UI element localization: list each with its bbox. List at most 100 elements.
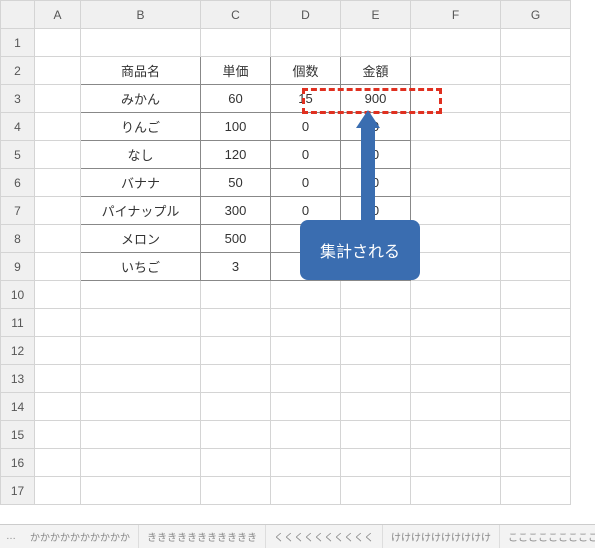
cell[interactable] — [35, 29, 81, 57]
cell[interactable] — [201, 29, 271, 57]
cell[interactable] — [201, 449, 271, 477]
cell[interactable]: みかん — [81, 85, 201, 113]
cell[interactable]: 500 — [201, 225, 271, 253]
cell[interactable] — [35, 141, 81, 169]
cell[interactable] — [35, 85, 81, 113]
cell[interactable]: いちご — [81, 253, 201, 281]
cell[interactable] — [81, 393, 201, 421]
col-header[interactable]: C — [201, 1, 271, 29]
cell[interactable] — [81, 309, 201, 337]
cell[interactable] — [271, 477, 341, 505]
col-header[interactable]: D — [271, 1, 341, 29]
sheet-tab[interactable]: けけけけけけけけけけ — [383, 525, 500, 548]
row[interactable]: 14 — [1, 393, 571, 421]
cell[interactable] — [501, 141, 571, 169]
cell[interactable] — [501, 393, 571, 421]
row-header[interactable]: 16 — [1, 449, 35, 477]
row[interactable]: 10 — [1, 281, 571, 309]
row[interactable]: 7パイナップル30000 — [1, 197, 571, 225]
row-header[interactable]: 6 — [1, 169, 35, 197]
row-header[interactable]: 1 — [1, 29, 35, 57]
cell[interactable] — [35, 365, 81, 393]
row[interactable]: 2商品名単価個数金額 — [1, 57, 571, 85]
row-header[interactable]: 14 — [1, 393, 35, 421]
cell[interactable]: 単価 — [201, 57, 271, 85]
cell[interactable] — [411, 393, 501, 421]
row-header[interactable]: 3 — [1, 85, 35, 113]
col-header[interactable]: A — [35, 1, 81, 29]
row-header[interactable]: 5 — [1, 141, 35, 169]
row[interactable]: 12 — [1, 337, 571, 365]
cell[interactable] — [35, 421, 81, 449]
cell[interactable] — [411, 365, 501, 393]
row-header[interactable]: 2 — [1, 57, 35, 85]
cell[interactable]: 300 — [201, 197, 271, 225]
cell[interactable] — [501, 253, 571, 281]
row-header[interactable]: 15 — [1, 421, 35, 449]
cell[interactable] — [501, 365, 571, 393]
col-header[interactable]: F — [411, 1, 501, 29]
cell[interactable] — [271, 29, 341, 57]
row[interactable]: 4りんご10000 — [1, 113, 571, 141]
cell[interactable] — [501, 57, 571, 85]
cell[interactable] — [501, 449, 571, 477]
cell[interactable]: パイナップル — [81, 197, 201, 225]
cell[interactable] — [271, 393, 341, 421]
col-header[interactable]: E — [341, 1, 411, 29]
row-header[interactable]: 17 — [1, 477, 35, 505]
cell[interactable] — [501, 169, 571, 197]
cell[interactable] — [35, 225, 81, 253]
cell[interactable]: 900 — [341, 85, 411, 113]
row[interactable]: 11 — [1, 309, 571, 337]
cell[interactable]: 100 — [201, 113, 271, 141]
col-header[interactable]: G — [501, 1, 571, 29]
cell[interactable] — [501, 309, 571, 337]
cell[interactable] — [411, 309, 501, 337]
cell[interactable] — [81, 449, 201, 477]
cell[interactable] — [411, 85, 501, 113]
cell[interactable] — [35, 169, 81, 197]
column-header-row[interactable]: A B C D E F G — [1, 1, 571, 29]
cell[interactable]: 60 — [201, 85, 271, 113]
cell[interactable] — [201, 393, 271, 421]
cell[interactable] — [35, 477, 81, 505]
cell[interactable] — [35, 253, 81, 281]
cell[interactable] — [501, 337, 571, 365]
cell[interactable] — [411, 337, 501, 365]
cell[interactable] — [81, 477, 201, 505]
cell[interactable] — [341, 449, 411, 477]
row[interactable]: 16 — [1, 449, 571, 477]
cell[interactable]: メロン — [81, 225, 201, 253]
cell[interactable] — [201, 337, 271, 365]
row[interactable]: 9いちご3 — [1, 253, 571, 281]
cell[interactable] — [501, 197, 571, 225]
row[interactable]: 13 — [1, 365, 571, 393]
sheet-tab-bar[interactable]: … かかかかかかかかかかきききききききききききくくくくくくくくくくけけけけけけけ… — [0, 524, 595, 548]
cell-grid[interactable]: A B C D E F G 12商品名単価個数金額3みかん60159004りんご… — [0, 0, 571, 505]
row-header[interactable]: 8 — [1, 225, 35, 253]
cell[interactable] — [341, 29, 411, 57]
cell[interactable] — [35, 113, 81, 141]
cell[interactable] — [271, 449, 341, 477]
cell[interactable] — [341, 309, 411, 337]
cell[interactable] — [411, 29, 501, 57]
cell[interactable] — [201, 309, 271, 337]
row-header[interactable]: 7 — [1, 197, 35, 225]
cell[interactable] — [35, 449, 81, 477]
cell[interactable] — [35, 309, 81, 337]
row-header[interactable]: 9 — [1, 253, 35, 281]
row[interactable]: 6バナナ5000 — [1, 169, 571, 197]
row[interactable]: 8メロン50000 — [1, 225, 571, 253]
row-header[interactable]: 13 — [1, 365, 35, 393]
cell[interactable] — [341, 365, 411, 393]
cell[interactable] — [35, 281, 81, 309]
row-header[interactable]: 10 — [1, 281, 35, 309]
cell[interactable] — [411, 421, 501, 449]
cell[interactable]: 商品名 — [81, 57, 201, 85]
cell[interactable] — [81, 281, 201, 309]
cell[interactable]: 50 — [201, 169, 271, 197]
cell[interactable]: なし — [81, 141, 201, 169]
cell[interactable] — [35, 393, 81, 421]
cell[interactable] — [201, 281, 271, 309]
cell[interactable] — [501, 85, 571, 113]
